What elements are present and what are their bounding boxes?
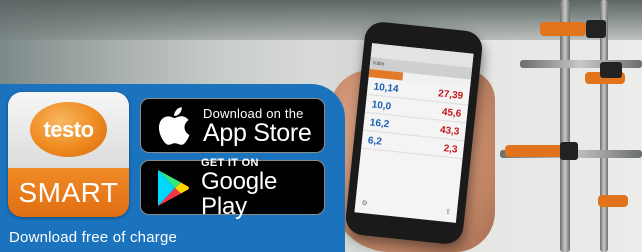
pipe bbox=[560, 0, 570, 252]
reading-value: 10,0 bbox=[371, 99, 392, 113]
app-icon-bottom: SMART bbox=[8, 168, 129, 217]
app-store-button[interactable]: Download on the App Store bbox=[140, 98, 325, 153]
reading-value: 45,6 bbox=[441, 106, 462, 120]
reading-value: 16,2 bbox=[369, 117, 390, 131]
probe-head bbox=[586, 20, 606, 38]
smart-label: SMART bbox=[18, 176, 119, 208]
probe-head bbox=[600, 62, 622, 78]
google-play-button[interactable]: GET IT ON Google Play bbox=[140, 157, 325, 219]
app-store-text: Download on the App Store bbox=[203, 106, 312, 147]
measuring-probe bbox=[540, 22, 586, 36]
reading-value: 10,14 bbox=[373, 81, 400, 96]
app-footer: ⚙ ⇪ bbox=[355, 198, 457, 219]
testo-logo-text: testo bbox=[43, 116, 94, 142]
pipe bbox=[520, 60, 642, 68]
measuring-probe bbox=[598, 195, 628, 207]
download-caption: Download free of charge bbox=[9, 229, 178, 246]
google-play-small-label: GET IT ON bbox=[201, 156, 259, 169]
testo-smart-app-icon[interactable]: testo SMART bbox=[8, 92, 129, 217]
smartphone: Kälte 10,14 27,39 10,0 45,6 16,2 43,3 6,… bbox=[344, 20, 484, 246]
google-play-text: GET IT ON Google Play bbox=[201, 157, 324, 219]
testo-logo: testo bbox=[30, 102, 107, 157]
promo-banner: Kälte 10,14 27,39 10,0 45,6 16,2 43,3 6,… bbox=[0, 0, 642, 252]
measuring-probe bbox=[505, 145, 565, 157]
settings-icon: ⚙ bbox=[360, 199, 368, 208]
reading-value: 43,3 bbox=[439, 124, 460, 138]
reading-value: 6,2 bbox=[367, 135, 383, 148]
google-play-big-label: Google Play bbox=[201, 167, 278, 220]
app-icon-top: testo bbox=[8, 92, 129, 168]
phone-screen: Kälte 10,14 27,39 10,0 45,6 16,2 43,3 6,… bbox=[354, 43, 474, 223]
app-store-big-label: App Store bbox=[203, 118, 312, 147]
apple-icon bbox=[151, 103, 197, 149]
share-icon: ⇪ bbox=[444, 208, 452, 217]
probe-head bbox=[560, 142, 578, 160]
reading-value: 27,39 bbox=[437, 88, 464, 102]
reading-value: 2,3 bbox=[443, 143, 459, 156]
google-play-icon bbox=[151, 165, 195, 211]
